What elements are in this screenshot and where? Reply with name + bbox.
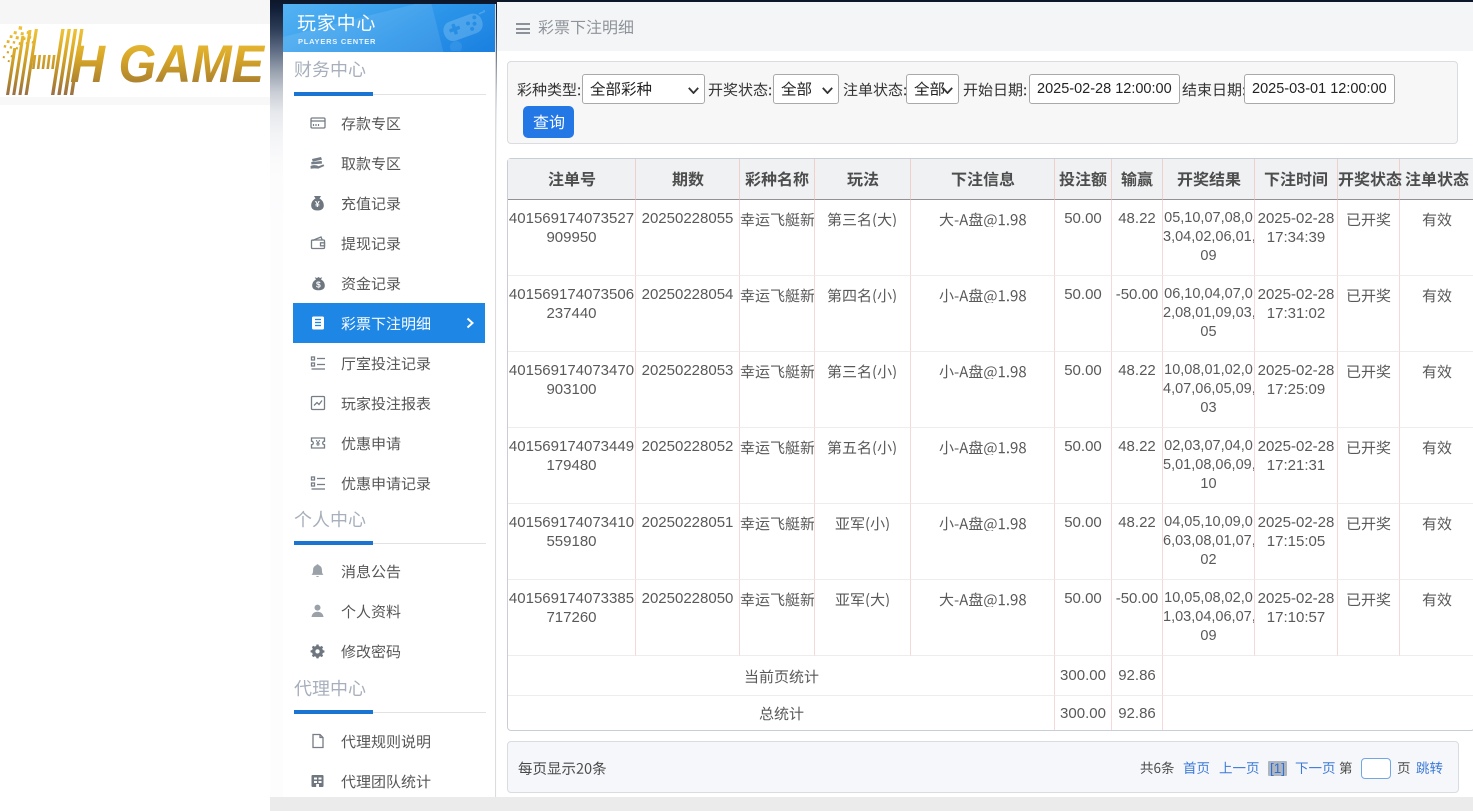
svg-text:H GAME: H GAME [70, 35, 266, 94]
svg-text:¥: ¥ [315, 439, 320, 448]
svg-text:$: $ [316, 280, 321, 290]
svg-text:¥: ¥ [315, 199, 320, 209]
